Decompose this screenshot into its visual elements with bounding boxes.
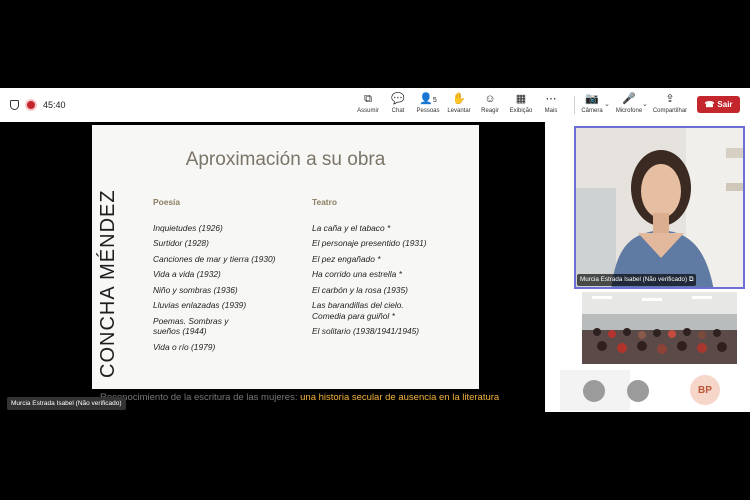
avatar-placeholder-icon	[627, 380, 649, 402]
classroom-video-image	[582, 292, 737, 364]
participant-initials-avatar[interactable]: BP	[690, 375, 720, 405]
slide-author-vertical: CONCHA MÉNDEZ	[97, 189, 119, 378]
teatro-item: El personaje presentido (1931)	[312, 238, 427, 248]
teatro-item: Las barandillas del cielo. Comedia para …	[312, 300, 404, 321]
participant-tile-2[interactable]	[604, 370, 670, 411]
poesia-item: Surtidor (1928)	[153, 238, 209, 248]
teatro-item: La caña y el tabaco *	[312, 222, 391, 233]
screen-share-indicator-icon: ⧉	[688, 276, 694, 283]
caption-part-2: una historia secular de ausencia en la l…	[297, 392, 500, 403]
poesia-item: Vida a vida (1932)	[153, 269, 221, 279]
participant-video-classroom[interactable]	[582, 292, 737, 364]
poesia-item: Lluvias enlazadas (1939)	[153, 300, 247, 310]
poesia-item: Canciones de mar y tierra (1930)	[153, 253, 276, 264]
people-count-badge: 5	[432, 97, 437, 104]
mais-button[interactable]: ⋯ Mais	[533, 93, 569, 119]
more-icon: ⋯	[545, 93, 557, 105]
presenter-name-tag: Murcia Estrada Isabel (Não verificado)	[7, 397, 126, 410]
mic-options-chevron-icon[interactable]: ⌄	[642, 100, 648, 108]
compartilhar-button[interactable]: ⇪ Compartilhar	[652, 93, 688, 119]
meeting-timer: 45:40	[43, 100, 66, 110]
leave-button[interactable]: ☎ Sair	[697, 96, 740, 113]
poesia-item: Inquietudes (1926)	[153, 222, 223, 233]
speaker-video-image	[576, 128, 743, 287]
meeting-toolbar: 45:40 ⧉ Assumir 💬 Chat 👤5 Pessoas ✋ Leva…	[0, 88, 750, 123]
presentation-slide: Aproximación a su obra CONCHA MÉNDEZ Poe…	[92, 125, 479, 389]
teatro-item: El pez engañado *	[312, 253, 381, 264]
slide-title: Aproximación a su obra	[185, 149, 386, 170]
caption-part-1: Reconocimiento de la escritura de las mu…	[100, 392, 298, 403]
share-icon: ⇪	[665, 93, 675, 105]
phone-hangup-icon: ☎	[704, 100, 715, 109]
speaker-name-tag: Murcia Estrada Isabel (Não verificado) ⧉	[577, 274, 697, 286]
camera-options-chevron-icon[interactable]: ⌄	[604, 100, 610, 108]
poesia-header: Poesía	[153, 197, 181, 207]
teatro-item: El solitario (1938/1941/1945)	[312, 326, 420, 336]
recording-icon	[27, 101, 35, 109]
poesia-item: Poemas. Sombras y sueños (1944)	[153, 315, 229, 337]
meeting-status: 45:40	[10, 88, 66, 122]
poesia-item: Vida o río (1979)	[153, 341, 216, 352]
avatar-placeholder-icon	[583, 380, 605, 402]
poesia-item: Niño y sombras (1936)	[153, 284, 238, 295]
teatro-header: Teatro	[312, 197, 337, 207]
people-icon: 👤	[419, 93, 433, 105]
teatro-column: Teatro La caña y el tabaco * El personaj…	[312, 197, 442, 342]
poesia-column: Poesía Inquietudes (1926) Surtidor (1928…	[153, 197, 293, 357]
participant-video-speaker[interactable]	[574, 126, 745, 289]
slide-caption: Reconocimiento de la escritura de las mu…	[100, 392, 499, 403]
teatro-item: Ha corrido una estrella *	[312, 269, 402, 279]
shield-icon[interactable]	[10, 100, 19, 110]
teatro-item: El carbón y la rosa (1935)	[312, 284, 408, 295]
